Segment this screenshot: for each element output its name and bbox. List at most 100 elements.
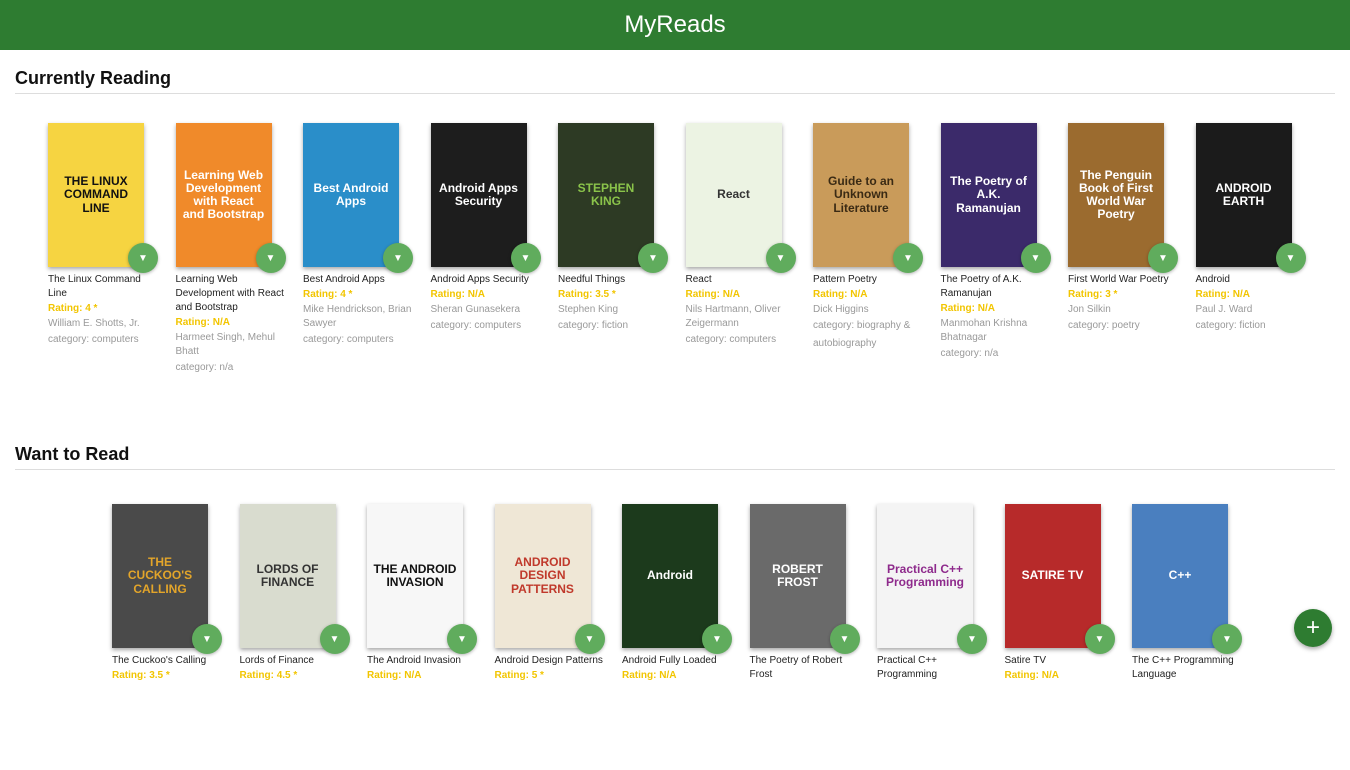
book-cover-wrap: ROBERT FROST ▼	[749, 504, 860, 654]
book-cover[interactable]: Android	[622, 504, 718, 648]
book-cover-wrap: ANDROID EARTH ▼	[1195, 123, 1306, 273]
book-cover-text: Practical C++ Programming	[885, 561, 964, 589]
arrow-drop-down-icon: ▼	[265, 252, 276, 264]
book-cover[interactable]: Guide to an Unknown Literature	[813, 123, 909, 267]
book-title: Learning Web Development with React and …	[175, 274, 284, 313]
book-cover-wrap: LORDS OF FINANCE ▼	[239, 504, 350, 654]
book-cover-wrap: C++ ▼	[1132, 504, 1242, 654]
book-rating: Rating: N/A	[367, 670, 422, 681]
book-category: category: poetry	[1068, 320, 1140, 331]
book-title: React	[685, 274, 712, 285]
book: Best Android Apps ▼ Best Android Apps Ratin…	[303, 123, 415, 349]
shelf-changer-button[interactable]: ▼	[383, 243, 413, 273]
shelf-changer-button[interactable]: ▼	[1275, 243, 1306, 273]
arrow-drop-down-icon: ▼	[1158, 252, 1168, 264]
book: Practical C++ Programming ▼ Practical C++ …	[877, 504, 989, 682]
shelf-changer-button[interactable]: ▼	[1212, 624, 1242, 654]
shelf-changer-button[interactable]: ▼	[1020, 243, 1051, 273]
shelf-changer-button[interactable]: ▼	[447, 624, 477, 654]
shelf-changer-button[interactable]: ▼	[829, 624, 860, 654]
book-cover[interactable]: Practical C++ Programming	[877, 504, 973, 648]
app-title: MyReads	[624, 11, 726, 38]
arrow-drop-down-icon: ▼	[138, 252, 148, 264]
shelf-changer-button[interactable]: ▼	[1084, 624, 1115, 654]
shelf-changer-button[interactable]: ▼	[192, 624, 222, 654]
shelf-changer-button[interactable]: ▼	[702, 624, 732, 654]
book-cover[interactable]: STEPHEN KING	[558, 123, 654, 267]
book-cover-text: Android	[647, 568, 693, 583]
book-cover[interactable]: ANDROID DESIGN PATTERNS	[494, 504, 591, 648]
shelf-changer-button[interactable]: ▼	[638, 243, 668, 273]
book-cover[interactable]: ANDROID EARTH	[1195, 123, 1292, 267]
book-cover-wrap: THE ANDROID INVASION ▼	[367, 504, 477, 654]
shelf-changer-button[interactable]: ▼	[574, 624, 605, 654]
book-cover-text: Guide to an Unknown Literature	[828, 174, 894, 215]
book-cover[interactable]: Best Android Apps	[303, 123, 399, 267]
book-rating: Rating: 5 *	[494, 670, 544, 681]
book-cover[interactable]: THE LINUX COMMAND LINE	[48, 123, 144, 267]
book-title: The Poetry of A.K. Ramanujan	[940, 274, 1022, 299]
book-cover[interactable]: React	[685, 123, 782, 267]
book-cover-text: C++	[1168, 568, 1192, 583]
book-cover-text: ROBERT FROST	[772, 561, 823, 589]
shelf-changer-button[interactable]: ▼	[510, 243, 541, 273]
book: THE LINUX COMMAND LINE ▼ The Linux Command…	[48, 123, 160, 349]
book-title: Satire TV	[1004, 655, 1047, 666]
book-cover[interactable]: ROBERT FROST	[749, 504, 846, 648]
book-cover-wrap: React ▼	[685, 123, 796, 273]
arrow-drop-down-icon: ▼	[775, 252, 786, 264]
book-cover[interactable]: Learning Web Development with React and …	[175, 123, 272, 267]
arrow-drop-down-icon: ▼	[1030, 252, 1041, 264]
book-cover-wrap: SATIRE TV ▼	[1004, 504, 1115, 654]
book-title: The Android Invasion	[367, 655, 461, 666]
book-cover[interactable]: THE CUCKOO'S CALLING	[112, 504, 208, 648]
book-cover-text: THE CUCKOO'S CALLING	[127, 555, 193, 596]
book-category: category: n/a	[175, 362, 234, 373]
book-cover[interactable]: C++	[1132, 504, 1228, 648]
book-cover-text: ANDROID DESIGN PATTERNS	[511, 555, 574, 596]
shelf-changer-button[interactable]: ▼	[128, 243, 158, 273]
book: Android ▼ Android Fully Loaded Rating: N/A	[622, 504, 734, 684]
book-cover-wrap: STEPHEN KING ▼	[558, 123, 668, 273]
book-cover[interactable]: SATIRE TV	[1004, 504, 1101, 648]
book: React ▼ React Rating: N/A Nils Hartmann, Oli…	[685, 123, 798, 349]
book-rating: Rating: N/A	[622, 670, 677, 681]
shelf-changer-button[interactable]: ▼	[319, 624, 350, 654]
book: ANDROID EARTH ▼ Android Rating: N/A Paul J. …	[1195, 123, 1308, 335]
arrow-drop-down-icon: ▼	[520, 252, 531, 264]
arrow-drop-down-icon: ▼	[903, 252, 913, 264]
book: The Poetry of A.K. Ramanujan ▼ The Poetry …	[940, 123, 1053, 363]
book-cover[interactable]: Android Apps Security	[430, 123, 527, 267]
book-category: category: computers	[685, 334, 777, 345]
book-cover-text: Best Android Apps	[313, 180, 389, 208]
book-cover-text: ANDROID EARTH	[1215, 180, 1272, 208]
book-authors: Stephen King	[558, 304, 619, 315]
shelf-changer-button[interactable]: ▼	[765, 243, 796, 273]
book: The Penguin Book of First World War Poet…	[1068, 123, 1180, 335]
book: Guide to an Unknown Literature ▼ Pattern P…	[813, 123, 925, 353]
book-rating: Rating: N/A	[813, 289, 868, 300]
book-cover[interactable]: LORDS OF FINANCE	[239, 504, 336, 648]
book-cover-wrap: Guide to an Unknown Literature ▼	[813, 123, 923, 273]
book-category: category: n/a	[940, 348, 999, 359]
book-title: The Poetry of Robert Frost	[749, 655, 843, 680]
book-cover[interactable]: The Poetry of A.K. Ramanujan	[940, 123, 1037, 267]
book-authors: Nils Hartmann, Oliver Zeigermann	[685, 304, 781, 329]
book-rating: Rating: N/A	[175, 317, 230, 328]
book-cover-wrap: Best Android Apps ▼	[303, 123, 413, 273]
book-cover-wrap: ANDROID DESIGN PATTERNS ▼	[494, 504, 605, 654]
book-cover-text: LORDS OF FINANCE	[256, 561, 319, 589]
book-authors: Jon Silkin	[1068, 304, 1111, 315]
book-rating: Rating: 3 *	[1068, 289, 1118, 300]
book-rating: Rating: 4 *	[303, 289, 353, 300]
arrow-drop-down-icon: ▼	[457, 633, 467, 645]
add-book-button[interactable]: +	[1294, 609, 1332, 647]
shelf-changer-button[interactable]: ▼	[255, 243, 286, 273]
shelf-changer-button[interactable]: ▼	[957, 624, 987, 654]
arrow-drop-down-icon: ▼	[329, 633, 340, 645]
book-cover-text: The Penguin Book of First World War Poet…	[1079, 167, 1153, 222]
book-cover[interactable]: THE ANDROID INVASION	[367, 504, 463, 648]
book-cover[interactable]: The Penguin Book of First World War Poet…	[1068, 123, 1164, 267]
shelf-changer-button[interactable]: ▼	[893, 243, 923, 273]
shelf-changer-button[interactable]: ▼	[1148, 243, 1178, 273]
